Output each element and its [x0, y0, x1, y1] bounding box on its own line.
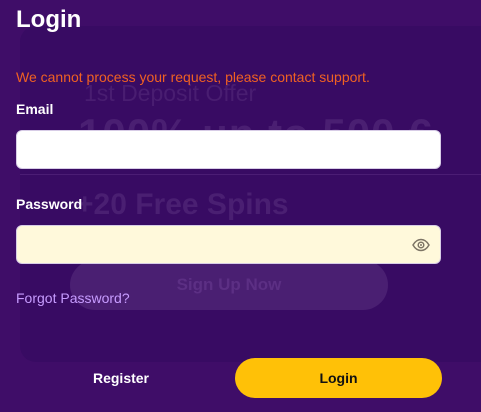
- promo-free-spins: +20 Free Spins: [76, 188, 289, 221]
- password-field-wrapper: [16, 225, 441, 264]
- email-field[interactable]: [17, 131, 440, 168]
- forgot-password-link[interactable]: Forgot Password?: [16, 289, 130, 307]
- password-label: Password: [16, 196, 83, 212]
- email-label: Email: [16, 101, 54, 117]
- login-button[interactable]: Login: [235, 358, 442, 398]
- error-message: We cannot process your request, please c…: [16, 69, 370, 85]
- eye-icon[interactable]: [412, 238, 430, 252]
- email-field-wrapper: [16, 130, 441, 169]
- password-field[interactable]: [17, 226, 440, 263]
- page-title: Login: [16, 6, 82, 33]
- register-button[interactable]: Register: [76, 360, 166, 396]
- promo-divider: [20, 174, 481, 175]
